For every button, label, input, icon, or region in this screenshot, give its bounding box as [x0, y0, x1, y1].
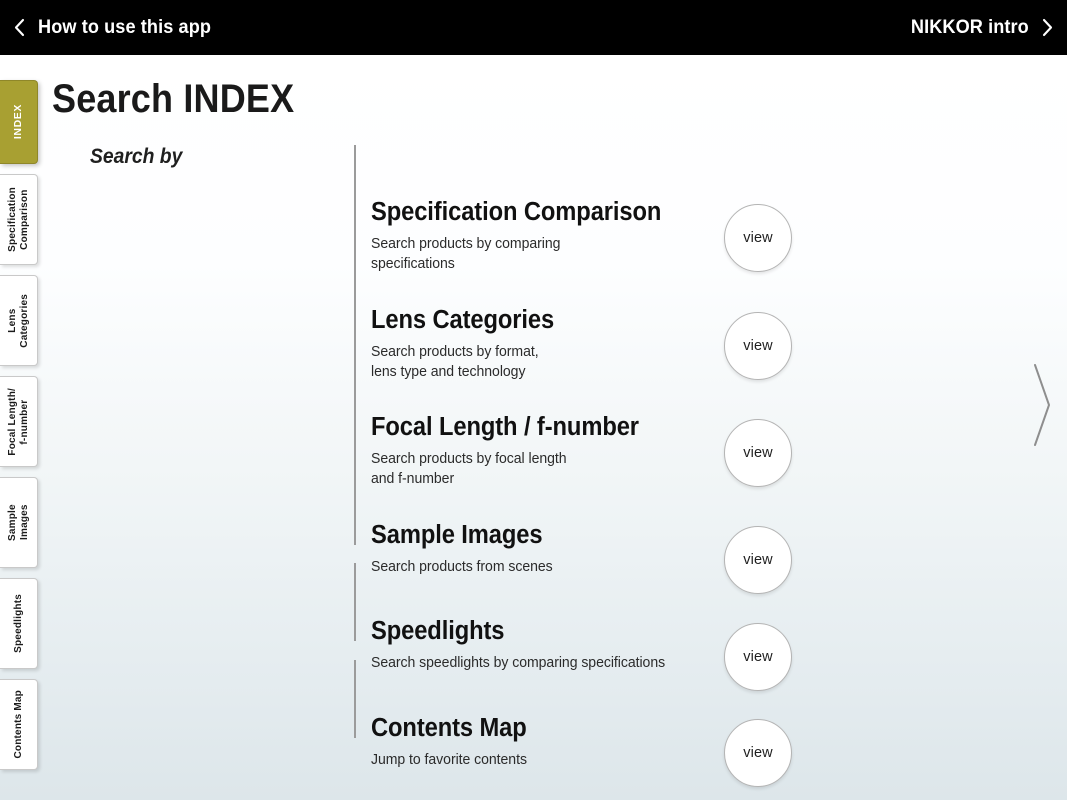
back-nav-button[interactable]: How to use this app: [14, 16, 224, 39]
view-button-label: view: [743, 338, 773, 354]
sidebar-tab-label: Speedlights: [12, 594, 24, 653]
sidebar-tab-rail: INDEX Specification Comparison Lens Catego…: [0, 80, 44, 780]
chevron-left-icon: [14, 18, 25, 37]
next-nav-button[interactable]: NIKKOR intro: [902, 16, 1053, 39]
view-button[interactable]: view: [724, 419, 792, 487]
chevron-right-icon: [1042, 18, 1053, 37]
view-button-label: view: [743, 445, 773, 461]
sidebar-tab-index[interactable]: INDEX: [0, 80, 38, 164]
view-button[interactable]: view: [724, 204, 792, 272]
page-content: INDEX Specification Comparison Lens Catego…: [0, 55, 1067, 800]
sidebar-tab-contents-map[interactable]: Contents Map: [0, 679, 38, 770]
sidebar-tab-focal-length-f-number[interactable]: Focal Length/ f-number: [0, 376, 38, 467]
sidebar-tab-label: Contents Map: [12, 690, 24, 759]
sidebar-tab-speedlights[interactable]: Speedlights: [0, 578, 38, 669]
page-title: Search INDEX: [52, 77, 295, 121]
top-navigation-bar: How to use this app NIKKOR intro: [0, 0, 1067, 55]
sidebar-tab-sample-images[interactable]: Sample Images: [0, 477, 38, 568]
view-button-label: view: [743, 745, 773, 761]
view-button[interactable]: view: [724, 623, 792, 691]
sidebar-tab-label: Specification Comparison: [6, 187, 30, 252]
view-button[interactable]: view: [724, 526, 792, 594]
sidebar-tab-label: Lens Categories: [6, 293, 30, 348]
view-button[interactable]: view: [724, 312, 792, 380]
sidebar-tab-label: INDEX: [12, 104, 25, 140]
back-nav-label: How to use this app: [38, 16, 212, 38]
search-by-label: Search by: [90, 145, 183, 168]
sidebar-tab-label: Focal Length/ f-number: [6, 387, 30, 456]
sidebar-tab-label: Sample Images: [6, 504, 30, 541]
next-nav-label: NIKKOR intro: [911, 16, 1029, 38]
view-button-label: view: [743, 230, 773, 246]
sidebar-tab-specification-comparison[interactable]: Specification Comparison: [0, 174, 38, 265]
view-button[interactable]: view: [724, 719, 792, 787]
next-page-button[interactable]: [1031, 360, 1053, 450]
sidebar-tab-lens-categories[interactable]: Lens Categories: [0, 275, 38, 366]
view-button-label: view: [743, 552, 773, 568]
view-button-label: view: [743, 649, 773, 665]
chevron-right-icon: [1031, 360, 1053, 450]
